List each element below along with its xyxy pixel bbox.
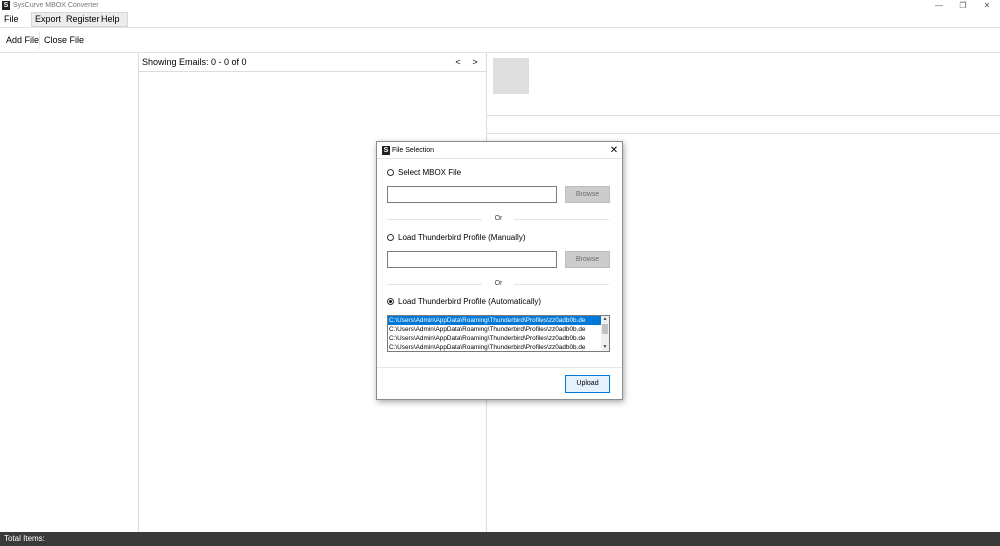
or-label: Or: [494, 280, 503, 287]
preview-divider: [487, 115, 1000, 116]
app-logo: S: [2, 1, 10, 10]
file-selection-dialog: S File Selection ✕ Select MBOX File Brow…: [376, 141, 623, 400]
radio-button[interactable]: [387, 169, 394, 176]
prev-page-button[interactable]: <: [452, 53, 464, 72]
menu-help[interactable]: Help: [101, 12, 120, 27]
dialog-title: File Selection: [392, 147, 435, 154]
app-title: SysCurve MBOX Converter: [13, 2, 99, 9]
radio-label: Load Thunderbird Profile (Manually): [398, 233, 526, 242]
menu-export[interactable]: Export: [35, 12, 61, 27]
menu-file[interactable]: File: [4, 12, 19, 27]
profile-list-item[interactable]: C:\Users\Admin\AppData\Roaming\Thunderbi…: [388, 334, 602, 343]
radio-label: Select MBOX File: [398, 168, 462, 177]
status-bar: Total Items:: [0, 532, 1000, 546]
toolbar: Add File Close File: [0, 27, 1000, 53]
preview-avatar-placeholder: [493, 58, 529, 94]
upload-button[interactable]: Upload: [565, 375, 610, 393]
menu-register[interactable]: Register: [66, 12, 100, 27]
menu-bar: File Export Register Help: [0, 12, 1000, 27]
minimize-button[interactable]: —: [928, 0, 950, 12]
browse-profile-button[interactable]: Browse: [565, 251, 610, 268]
scroll-down-icon[interactable]: ▼: [601, 344, 609, 351]
total-items-label: Total Items:: [4, 534, 45, 543]
preview-divider: [487, 133, 1000, 134]
divider-line: [387, 284, 482, 285]
dialog-close-button[interactable]: ✕: [607, 142, 621, 159]
scroll-up-icon[interactable]: ▲: [601, 316, 609, 323]
or-label: Or: [494, 215, 503, 222]
scroll-thumb[interactable]: [602, 324, 608, 334]
toolbar-divider: [39, 31, 40, 49]
radio-button-checked[interactable]: [387, 298, 394, 305]
browse-mbox-button[interactable]: Browse: [565, 186, 610, 203]
divider-line: [514, 219, 609, 220]
dialog-logo: S: [382, 146, 390, 155]
showing-emails-label: Showing Emails: 0 - 0 of 0: [142, 57, 247, 67]
window-titlebar: S SysCurve MBOX Converter — ❐ ✕: [0, 0, 1000, 12]
or-divider: Or: [387, 279, 609, 289]
divider-line: [387, 219, 482, 220]
next-page-button[interactable]: >: [469, 53, 481, 72]
add-file-button[interactable]: Add File: [6, 28, 39, 52]
or-divider: Or: [387, 214, 609, 224]
dialog-footer-divider: [377, 367, 622, 368]
divider-line: [514, 284, 609, 285]
close-file-button[interactable]: Close File: [44, 28, 84, 52]
listbox-scrollbar[interactable]: ▲ ▼: [601, 316, 609, 351]
close-window-button[interactable]: ✕: [976, 0, 998, 12]
radio-button[interactable]: [387, 234, 394, 241]
profile-list-item[interactable]: C:\Users\Admin\AppData\Roaming\Thunderbi…: [388, 343, 602, 351]
profile-list-item[interactable]: C:\Users\Admin\AppData\Roaming\Thunderbi…: [388, 316, 602, 325]
profile-list-item[interactable]: C:\Users\Admin\AppData\Roaming\Thunderbi…: [388, 325, 602, 334]
restore-button[interactable]: ❐: [952, 0, 974, 12]
folder-tree-pane[interactable]: [0, 53, 139, 532]
radio-label: Load Thunderbird Profile (Automatically): [398, 297, 542, 306]
email-list-header: Showing Emails: 0 - 0 of 0 < >: [139, 53, 486, 72]
profile-path-input[interactable]: [387, 251, 557, 268]
profile-listbox[interactable]: C:\Users\Admin\AppData\Roaming\Thunderbi…: [387, 315, 610, 352]
dialog-titlebar: S File Selection ✕: [377, 142, 622, 159]
mbox-path-input[interactable]: [387, 186, 557, 203]
